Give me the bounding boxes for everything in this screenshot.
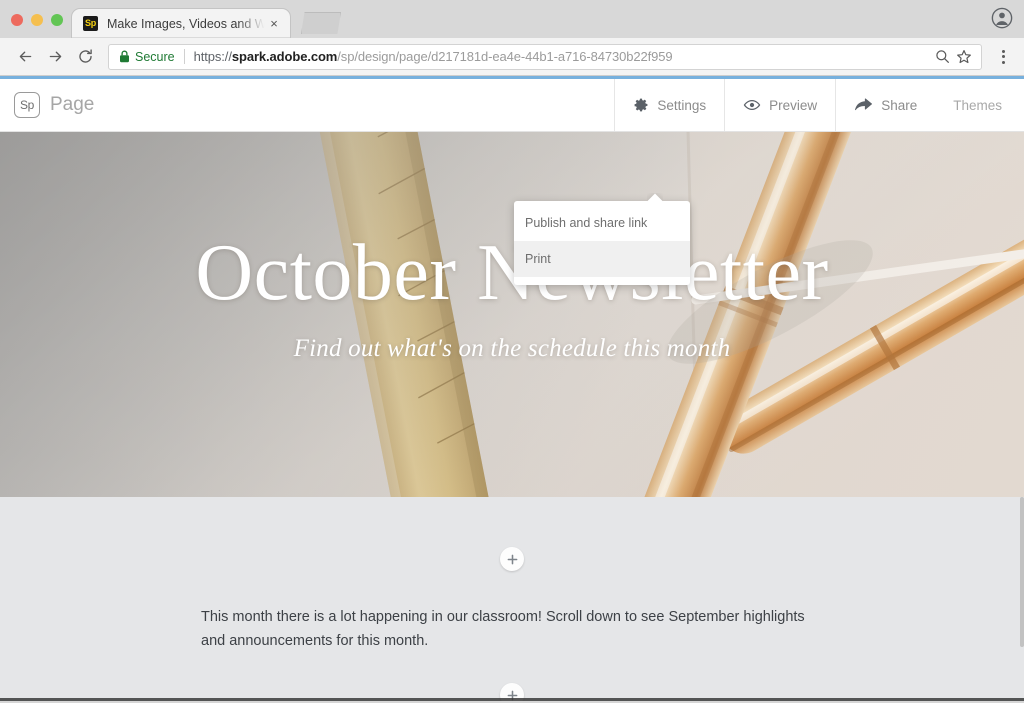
spark-app: Sp Page Settings Preview Share Themes Pu… — [0, 79, 1024, 701]
window-bottom-edge — [0, 698, 1024, 701]
menu-item-publish-and-share-link[interactable]: Publish and share link — [514, 205, 690, 241]
share-arrow-icon — [854, 97, 873, 113]
preview-label: Preview — [769, 97, 818, 113]
security-status-label: Secure — [135, 49, 175, 64]
browser-toolbar: Secure https://spark.adobe.com/sp/design… — [0, 38, 1024, 76]
search-icon[interactable] — [931, 46, 953, 68]
window-controls — [0, 14, 73, 38]
browser-menu-icon[interactable] — [990, 44, 1016, 70]
omnibox-divider — [183, 49, 185, 64]
browser-window: Sp Make Images, Videos and Web × Secure … — [0, 0, 1024, 703]
content-section: This month there is a lot happening in o… — [0, 497, 1024, 701]
new-tab-button[interactable] — [301, 12, 341, 34]
tab-title: Make Images, Videos and Web — [107, 16, 266, 31]
themes-button[interactable]: Themes — [935, 79, 1024, 131]
reload-icon[interactable] — [70, 42, 100, 72]
url-text: https://spark.adobe.com/sp/design/page/d… — [194, 49, 931, 64]
spark-favicon-icon: Sp — [83, 16, 98, 31]
hero-text-block: October Newsletter Find out what's on th… — [0, 132, 1024, 497]
share-dropdown-menu: Publish and share link Print — [514, 201, 690, 285]
themes-label: Themes — [953, 97, 1002, 113]
gear-icon — [633, 97, 649, 113]
hero-banner[interactable]: October Newsletter Find out what's on th… — [0, 132, 1024, 497]
url-path: /sp/design/page/d217181d-ea4e-44b1-a716-… — [337, 49, 673, 64]
account-avatar-icon[interactable] — [991, 7, 1013, 29]
eye-icon — [743, 96, 761, 114]
add-block-row-top — [0, 497, 1024, 571]
body-paragraph[interactable]: This month there is a lot happening in o… — [201, 605, 823, 653]
bookmark-star-icon[interactable] — [953, 46, 975, 68]
preview-button[interactable]: Preview — [724, 79, 835, 131]
share-label: Share — [881, 97, 918, 113]
page-title[interactable]: Page — [50, 94, 94, 116]
address-bar[interactable]: Secure https://spark.adobe.com/sp/design… — [108, 43, 982, 70]
app-toolbar: Sp Page Settings Preview Share Themes — [0, 79, 1024, 132]
lock-icon — [119, 50, 130, 63]
add-block-button-top[interactable] — [500, 547, 524, 571]
hero-title[interactable]: October Newsletter — [195, 233, 828, 313]
settings-label: Settings — [657, 97, 707, 113]
dropdown-caret-icon — [647, 193, 663, 202]
share-button[interactable]: Share — [835, 79, 935, 131]
page-scrollbar[interactable] — [1020, 497, 1024, 647]
minimize-window-button[interactable] — [31, 14, 43, 26]
back-icon[interactable] — [10, 42, 40, 72]
spark-logo-icon: Sp — [14, 92, 40, 118]
menu-item-print[interactable]: Print — [514, 241, 690, 277]
url-scheme: https:// — [193, 49, 232, 64]
settings-button[interactable]: Settings — [614, 79, 724, 131]
close-window-button[interactable] — [11, 14, 23, 26]
hero-subtitle[interactable]: Find out what's on the schedule this mon… — [294, 335, 731, 363]
url-domain: spark.adobe.com — [231, 49, 338, 64]
tab-strip: Sp Make Images, Videos and Web × — [0, 0, 1024, 38]
brand[interactable]: Sp Page — [0, 79, 94, 131]
browser-tab[interactable]: Sp Make Images, Videos and Web × — [71, 8, 291, 38]
forward-icon[interactable] — [40, 42, 70, 72]
maximize-window-button[interactable] — [51, 14, 63, 26]
close-tab-icon[interactable]: × — [266, 16, 282, 32]
